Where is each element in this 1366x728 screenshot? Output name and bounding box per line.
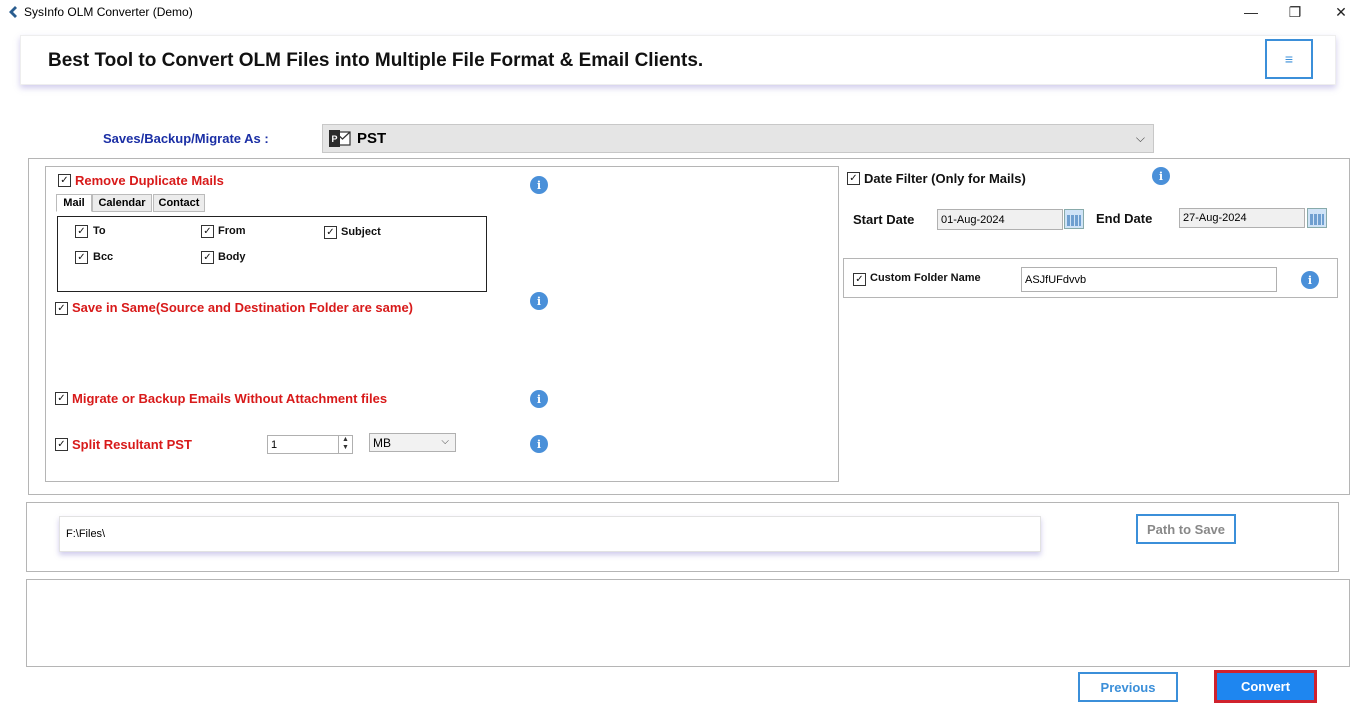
header-banner: Best Tool to Convert OLM Files into Mult… — [20, 35, 1336, 85]
menu-button[interactable]: ≡ — [1265, 39, 1313, 79]
field-to-checkbox[interactable]: ✓ — [75, 225, 88, 238]
svg-text:P: P — [331, 134, 337, 144]
start-date-value: 01-Aug-2024 — [941, 213, 1005, 226]
start-date-label: Start Date — [853, 212, 915, 227]
split-pst-label: Split Resultant PST — [72, 437, 192, 452]
calendar-icon[interactable] — [1064, 209, 1084, 229]
pst-file-icon: P — [329, 129, 351, 149]
without-attachments-checkbox[interactable]: ✓ — [55, 392, 68, 405]
info-icon[interactable]: i — [530, 435, 548, 453]
field-from-label: From — [218, 225, 246, 237]
custom-folder-checkbox[interactable]: ✓ — [853, 273, 866, 286]
previous-button[interactable]: Previous — [1078, 672, 1178, 702]
field-subject-label: Subject — [341, 226, 381, 238]
split-unit-value: MB — [373, 435, 391, 450]
info-icon[interactable]: i — [1152, 167, 1170, 185]
date-filter-label: Date Filter (Only for Mails) — [864, 171, 1026, 186]
mail-fields-box — [57, 216, 487, 292]
save-same-checkbox[interactable]: ✓ — [55, 302, 68, 315]
field-bcc-label: Bcc — [93, 251, 114, 263]
chevron-down-icon: ⌵ — [441, 436, 449, 447]
window-title: SysInfo OLM Converter (Demo) — [24, 5, 193, 19]
convert-button[interactable]: Convert — [1214, 670, 1317, 703]
saves-as-label: Saves/Backup/Migrate As : — [103, 131, 269, 146]
info-icon[interactable]: i — [530, 292, 548, 310]
minimize-button[interactable]: — — [1228, 0, 1274, 24]
field-from-checkbox[interactable]: ✓ — [201, 225, 214, 238]
path-to-save-button[interactable]: Path to Save — [1136, 514, 1236, 544]
custom-folder-label: Custom Folder Name — [870, 272, 981, 284]
save-same-label: Save in Same(Source and Destination Fold… — [72, 300, 414, 315]
end-date-input[interactable]: 27-Aug-2024 — [1179, 208, 1305, 228]
chevron-down-icon: ⌵ — [1135, 131, 1145, 145]
without-attachments-label: Migrate or Backup Emails Without Attachm… — [72, 391, 388, 406]
calendar-icon[interactable] — [1307, 208, 1327, 228]
start-date-input[interactable]: 01-Aug-2024 — [937, 209, 1063, 230]
app-logo-icon — [6, 5, 20, 19]
split-size-value: 1 — [271, 438, 278, 451]
tab-contact[interactable]: Contact — [153, 194, 205, 212]
title-bar: SysInfo OLM Converter (Demo) — ❐ ✕ — [0, 0, 1366, 26]
split-size-stepper[interactable]: 1 ▲ ▼ — [267, 435, 353, 454]
log-area — [26, 579, 1350, 667]
save-path-input[interactable]: F:\Files\ — [59, 516, 1041, 552]
maximize-button[interactable]: ❐ — [1272, 0, 1318, 24]
banner-title: Best Tool to Convert OLM Files into Mult… — [48, 50, 704, 71]
field-body-label: Body — [218, 251, 246, 263]
format-select[interactable]: P PST ⌵ — [322, 124, 1154, 153]
remove-duplicates-checkbox[interactable]: ✓ — [58, 174, 71, 187]
split-unit-select[interactable]: MB ⌵ — [369, 433, 456, 452]
field-bcc-checkbox[interactable]: ✓ — [75, 251, 88, 264]
save-path-value: F:\Files\ — [66, 528, 106, 540]
custom-folder-input[interactable]: ASJfUFdvvb — [1021, 267, 1277, 292]
end-date-label: End Date — [1096, 211, 1153, 226]
custom-folder-value: ASJfUFdvvb — [1025, 273, 1087, 286]
field-subject-checkbox[interactable]: ✓ — [324, 226, 337, 239]
remove-duplicates-label: Remove Duplicate Mails — [75, 173, 224, 188]
format-selected-value: PST — [357, 130, 387, 147]
end-date-value: 27-Aug-2024 — [1183, 212, 1247, 224]
tab-mail[interactable]: Mail — [56, 194, 92, 212]
tab-calendar[interactable]: Calendar — [92, 194, 152, 212]
split-pst-checkbox[interactable]: ✓ — [55, 438, 68, 451]
hamburger-icon: ≡ — [1284, 51, 1294, 67]
field-body-checkbox[interactable]: ✓ — [201, 251, 214, 264]
info-icon[interactable]: i — [530, 390, 548, 408]
close-button[interactable]: ✕ — [1318, 0, 1364, 24]
info-icon[interactable]: i — [1301, 271, 1319, 289]
field-to-label: To — [93, 225, 106, 237]
date-filter-checkbox[interactable]: ✓ — [847, 172, 860, 185]
stepper-arrows-icon[interactable]: ▲ ▼ — [338, 436, 352, 453]
info-icon[interactable]: i — [530, 176, 548, 194]
